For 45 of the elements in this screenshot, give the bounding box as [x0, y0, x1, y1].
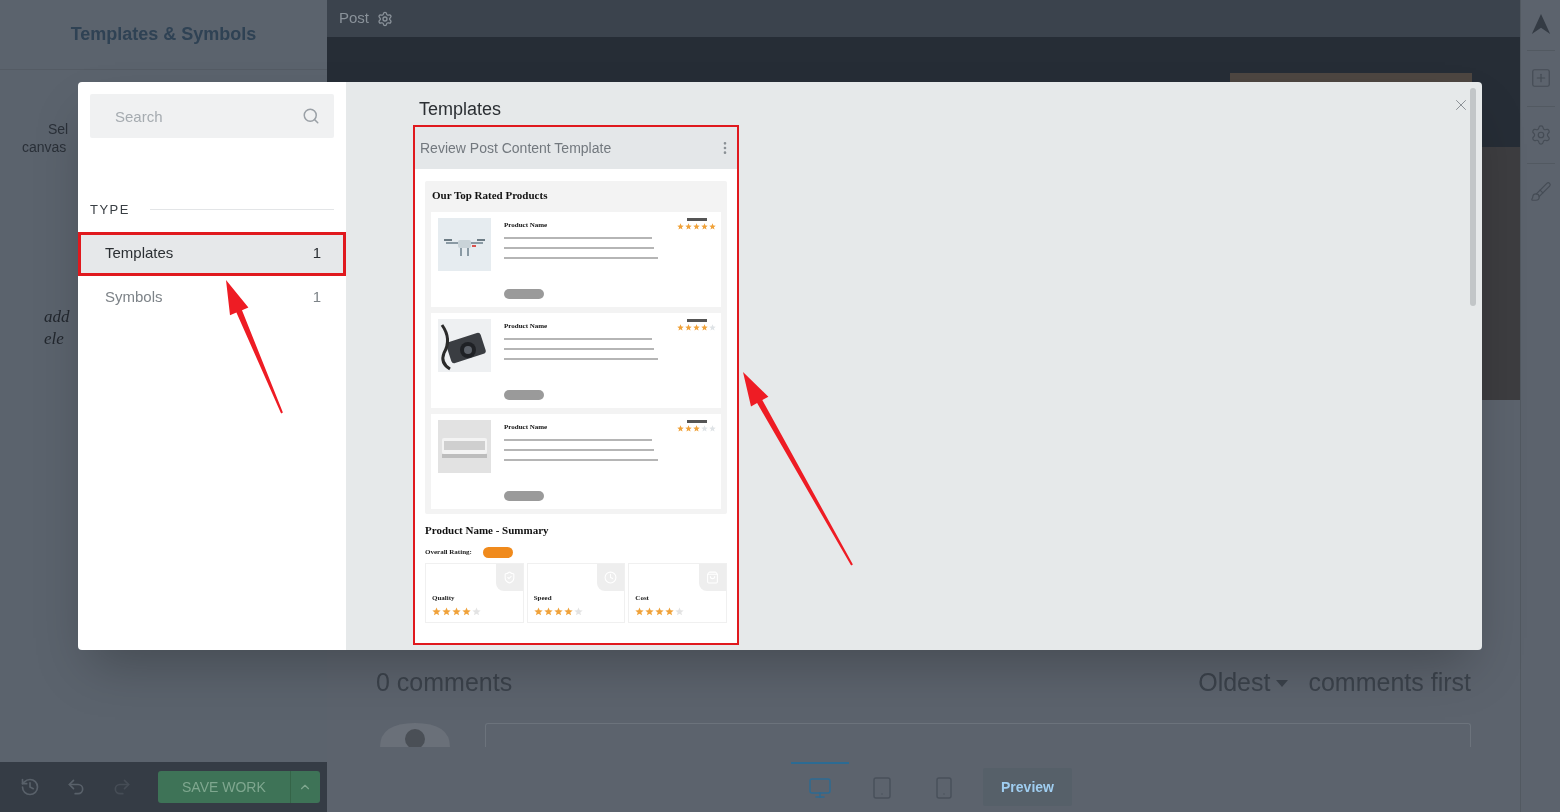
star-icon — [573, 606, 583, 616]
pill-button — [504, 289, 544, 299]
rank-label-drawing — [686, 420, 707, 423]
rank-label-drawing — [686, 218, 707, 221]
template-title: Review Post Content Template — [420, 138, 612, 158]
brush-icon[interactable] — [1529, 181, 1552, 203]
summary-title: Product Name - Summary — [425, 523, 550, 537]
preview-button[interactable]: Preview — [983, 768, 1072, 806]
rank-label-drawing — [686, 319, 707, 322]
star-icon — [452, 606, 461, 616]
search-icon[interactable] — [302, 107, 320, 125]
post-tab[interactable]: Post — [339, 7, 369, 30]
caret-icon — [1276, 679, 1289, 687]
star-icon — [655, 606, 665, 616]
star-icon — [442, 606, 451, 616]
star-icon — [553, 606, 563, 616]
avatar — [380, 723, 450, 747]
desktop-icon — [808, 776, 833, 800]
pill-button — [504, 390, 544, 400]
star-icon — [432, 606, 441, 616]
scrollbar[interactable] — [1470, 88, 1476, 306]
star-icon — [543, 606, 553, 616]
star-icon — [645, 606, 655, 616]
star-icon — [563, 606, 573, 616]
star-icon — [665, 606, 675, 616]
star-icon — [533, 606, 543, 616]
section-title: Templates — [419, 98, 503, 121]
star-icon — [462, 606, 471, 616]
handwritten-text: ele — [44, 328, 65, 350]
history-icon[interactable] — [20, 777, 40, 797]
type-item[interactable]: Symbols 1 — [78, 275, 346, 320]
pill-button — [504, 491, 544, 501]
star-icon — [635, 606, 645, 616]
preview-heading: Our Top Rated Products — [432, 188, 549, 202]
settings-icon[interactable] — [1529, 124, 1552, 146]
search-field[interactable]: Search — [90, 94, 334, 138]
star-icon — [675, 606, 685, 616]
handwritten-text: add — [44, 306, 71, 328]
star-icon — [472, 606, 481, 616]
type-heading: TYPE — [90, 201, 130, 219]
logo-icon[interactable] — [1529, 12, 1552, 36]
settings-icon[interactable] — [377, 10, 393, 27]
type-item[interactable]: Templates 1 — [78, 231, 346, 276]
undo-icon[interactable] — [66, 777, 86, 797]
rating-badge — [482, 547, 513, 558]
